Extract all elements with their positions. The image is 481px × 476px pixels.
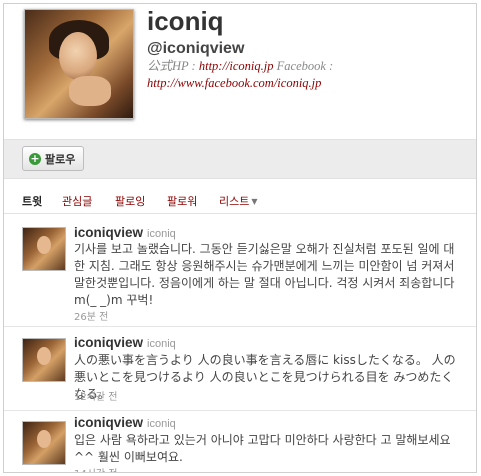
- avatar-face: [59, 32, 97, 80]
- tweet-text: 人の悪い事を言うより 人の良い事を言える唇に kissしたくなる。 人の悪いとこ…: [74, 353, 456, 401]
- tweet-author: iconiqview iconiq: [74, 334, 176, 352]
- bio-hp-link[interactable]: http://iconiq.jp: [199, 59, 274, 73]
- bio-middle: Facebook :: [273, 59, 334, 73]
- tweet-text: 입은 사람 욕하라고 있는거 아니야 고맙다 미안하다 사랑한다 고 말해보세요…: [74, 433, 451, 464]
- avatar-hand: [69, 76, 111, 106]
- follow-bar: + 팔로우: [4, 139, 476, 179]
- tab-lists[interactable]: 리스트 ▼: [219, 193, 258, 209]
- tab-followers[interactable]: 팔로워: [167, 193, 197, 209]
- follow-button[interactable]: + 팔로우: [22, 146, 85, 171]
- profile-handle: @iconiqview: [147, 40, 245, 57]
- tab-favorites[interactable]: 관심글: [62, 193, 92, 209]
- tab-following[interactable]: 팔로잉: [115, 193, 145, 209]
- plus-icon: +: [29, 151, 41, 165]
- bio-facebook-link[interactable]: http://www.facebook.com/iconiq.jp: [147, 76, 321, 90]
- tweet-full-name: iconiq: [147, 228, 176, 240]
- avatar-face: [37, 347, 51, 365]
- profile-name: iconiq: [147, 6, 224, 36]
- tweet-item: iconiqview iconiq 기사를 보고 놀랬습니다. 그동안 듣기싫은말…: [4, 216, 476, 327]
- chevron-down-icon: ▼: [251, 197, 258, 206]
- tweet-text: 기사를 보고 놀랬습니다. 그동안 듣기싫은말 오해가 진실처럼 포도된 일에 …: [74, 242, 455, 307]
- tweet-full-name: iconiq: [147, 418, 176, 430]
- tweet-screen-name[interactable]: iconiqview: [74, 415, 143, 430]
- tweet-screen-name[interactable]: iconiqview: [74, 335, 143, 350]
- tweet-avatar[interactable]: [22, 227, 66, 271]
- tweet-screen-name[interactable]: iconiqview: [74, 225, 143, 240]
- profile-page: iconiq @iconiqview 公式HP : http://iconiq.…: [3, 3, 477, 473]
- tab-lists-label: 리스트: [219, 195, 250, 208]
- avatar-face: [37, 236, 51, 254]
- tweet-item: iconiqview iconiq 人の悪い事を言うより 人の良い事を言える唇に …: [4, 326, 476, 411]
- follow-button-label: 팔로우: [45, 152, 76, 166]
- tweet-author: iconiqview iconiq: [74, 224, 176, 242]
- tweet-avatar[interactable]: [22, 421, 66, 465]
- tweet-timestamp[interactable]: 14시간 전: [74, 465, 118, 472]
- tweet-timestamp[interactable]: 12시간 전: [74, 388, 118, 403]
- tweet-avatar[interactable]: [22, 338, 66, 382]
- tab-tweets[interactable]: 트윗: [22, 193, 42, 209]
- bio-prefix: 公式HP :: [147, 59, 199, 73]
- profile-avatar[interactable]: [24, 9, 134, 119]
- tweet-item: iconiqview iconiq 입은 사람 욕하라고 있는거 아니야 고맙다 …: [4, 410, 476, 472]
- tweet-author: iconiqview iconiq: [74, 414, 176, 432]
- profile-bio: 公式HP : http://iconiq.jp Facebook : http:…: [147, 58, 472, 92]
- tweet-full-name: iconiq: [147, 338, 176, 350]
- avatar-face: [37, 430, 51, 448]
- tweet-timestamp[interactable]: 26분 전: [74, 308, 108, 323]
- profile-tabs: 트윗 관심글 팔로잉 팔로워 리스트 ▼: [4, 189, 476, 214]
- profile-header: iconiq @iconiqview 公式HP : http://iconiq.…: [4, 4, 476, 139]
